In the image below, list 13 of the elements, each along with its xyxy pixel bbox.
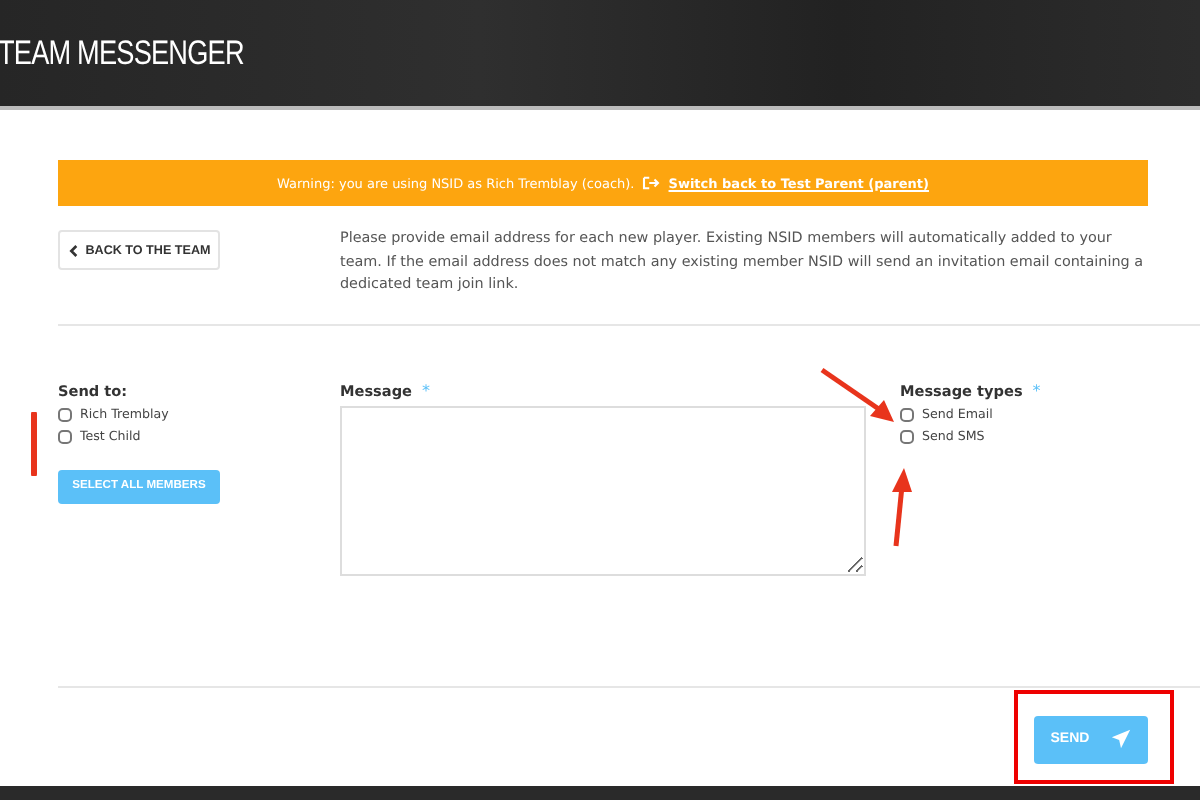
annotation-line [30, 412, 38, 476]
chevron-left-icon [67, 243, 78, 257]
required-mark: * [1032, 381, 1041, 399]
member-checkbox[interactable] [58, 407, 72, 421]
required-mark: * [422, 381, 430, 399]
paper-plane-icon [1109, 728, 1132, 750]
member-checkbox[interactable] [58, 429, 72, 443]
arrow-icon [886, 466, 914, 550]
message-field[interactable] [340, 405, 866, 575]
sign-out-icon [642, 176, 661, 190]
message-type-checkbox[interactable] [900, 407, 914, 421]
message-type-checkbox[interactable] [900, 429, 914, 443]
arrow-icon [818, 366, 898, 426]
